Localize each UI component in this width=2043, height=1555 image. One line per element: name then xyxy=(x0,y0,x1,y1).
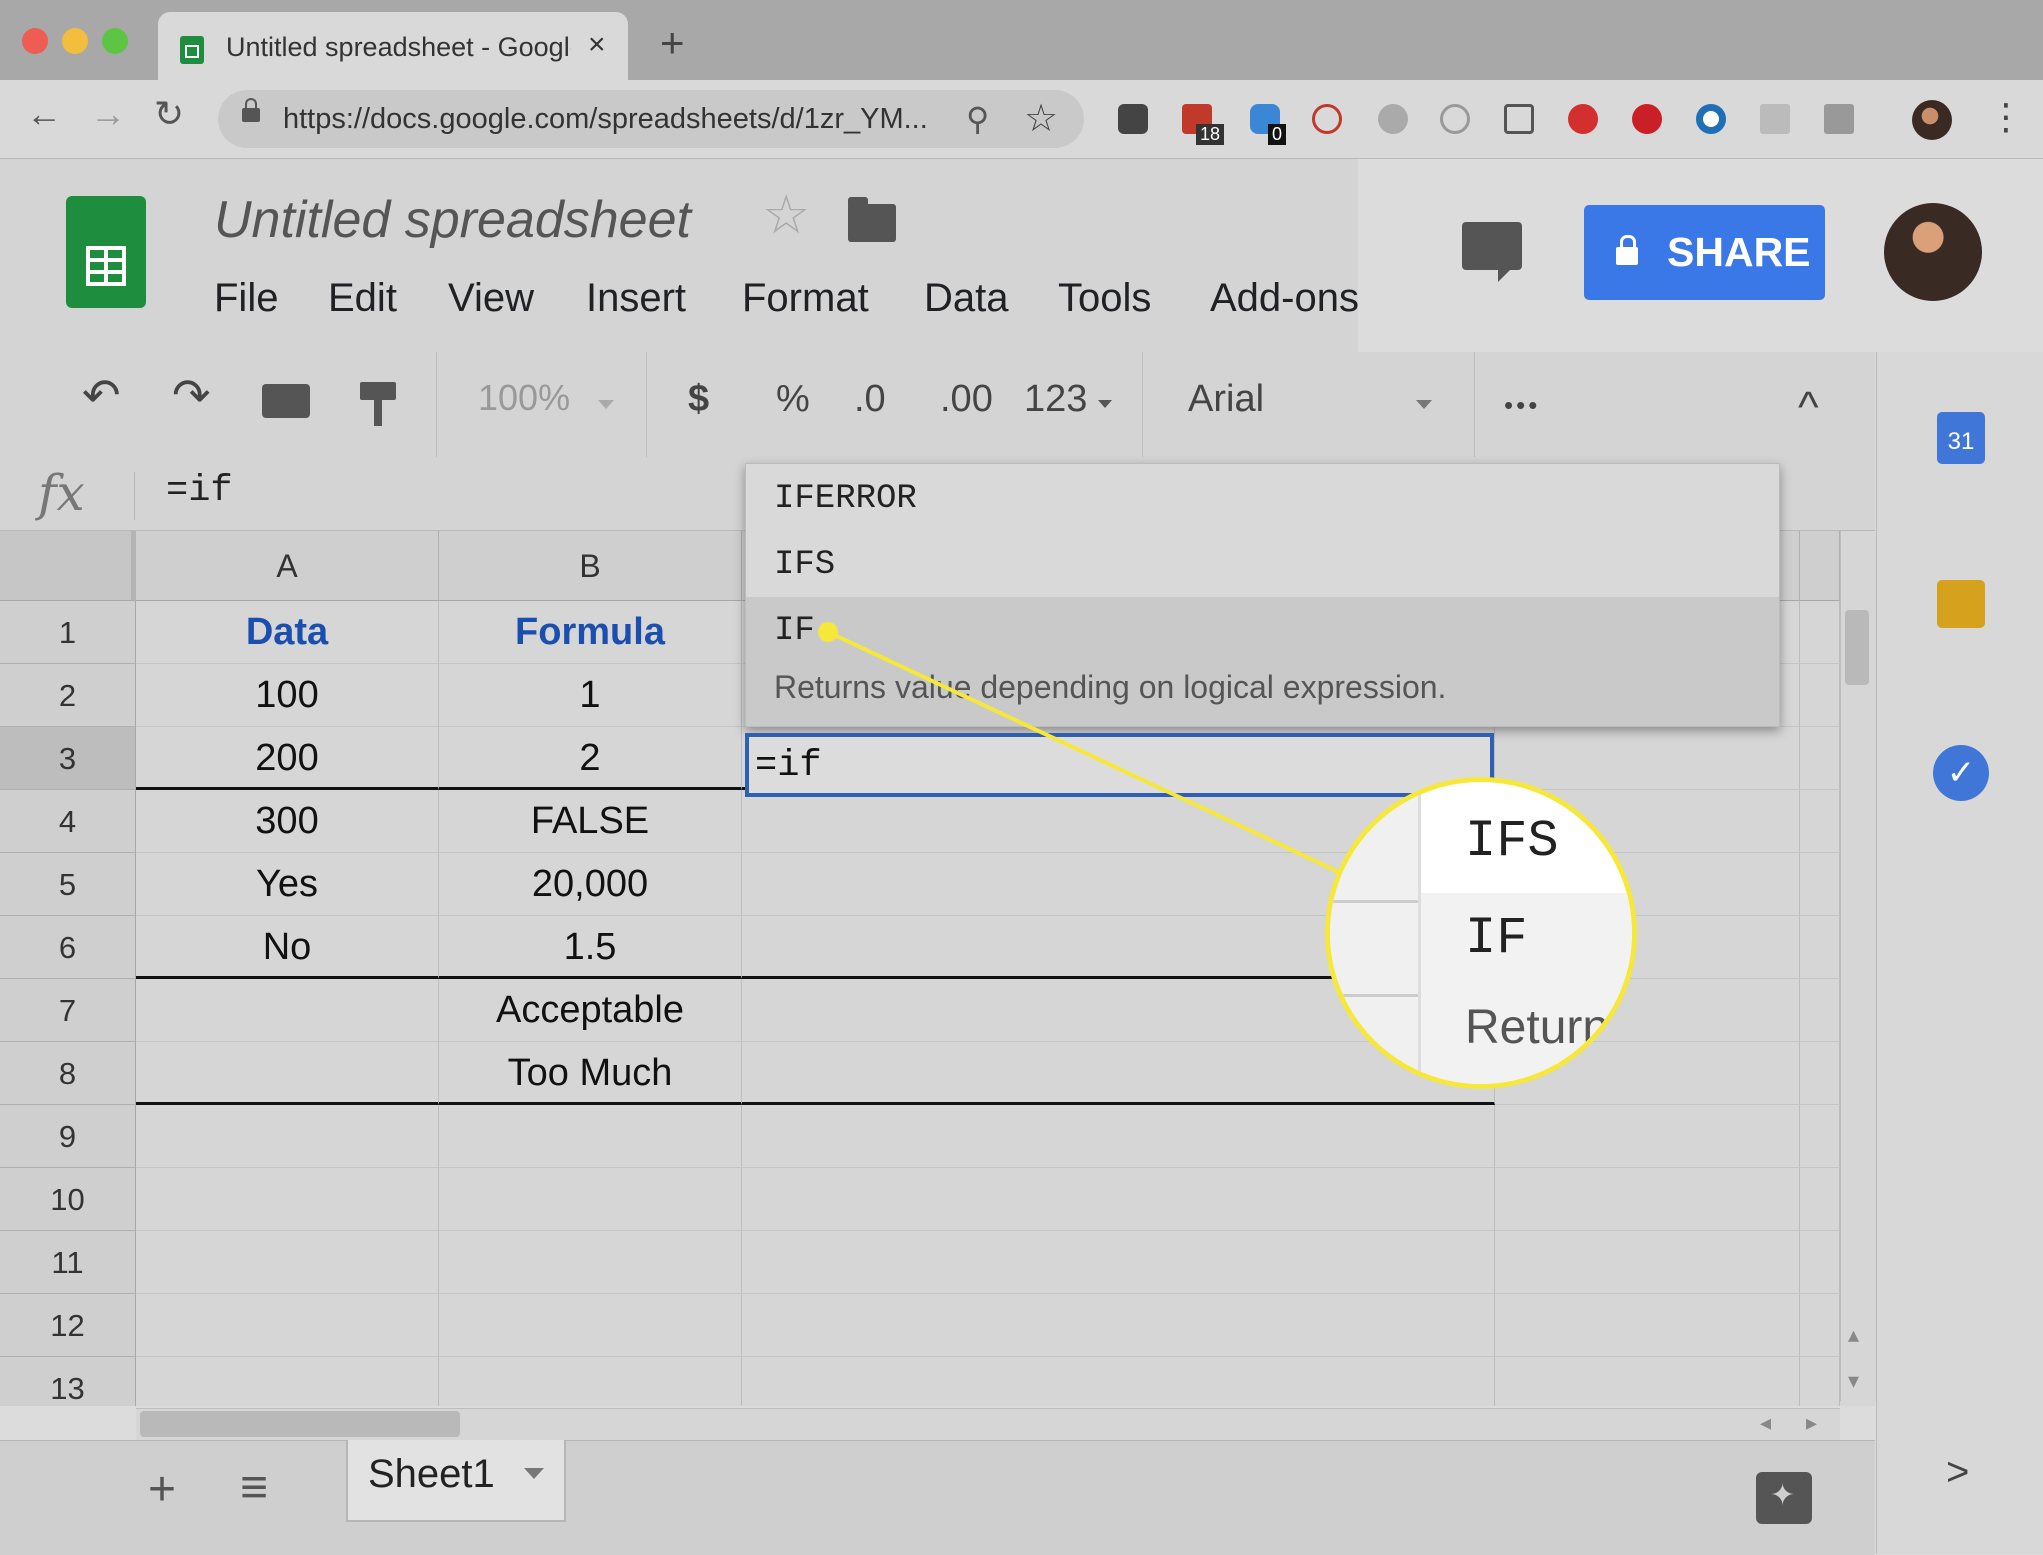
sheet-tab-label: Sheet1 xyxy=(368,1452,495,1496)
magnifier-ifs-text: IFS xyxy=(1465,812,1559,871)
scroll-left-icon[interactable]: ◂ xyxy=(1760,1410,1771,1436)
callout-line xyxy=(818,622,1346,877)
sheet-tab-dropdown-icon[interactable] xyxy=(524,1468,544,1479)
scroll-down-icon[interactable]: ▾ xyxy=(1848,1368,1859,1394)
callout-dot xyxy=(818,622,838,642)
vertical-scroll-thumb[interactable] xyxy=(1845,610,1869,685)
horizontal-scroll-thumb[interactable] xyxy=(140,1411,460,1437)
magnifier-grid-line xyxy=(1330,994,1418,997)
sheet-tabs-bar xyxy=(0,1440,1875,1555)
expand-side-panel-icon[interactable]: > xyxy=(1946,1450,1969,1495)
scroll-up-icon[interactable]: ▴ xyxy=(1848,1322,1859,1348)
all-sheets-icon[interactable]: ≡ xyxy=(240,1464,268,1512)
magnifier-highlight xyxy=(1421,893,1632,1084)
tasks-check-icon[interactable]: ✓ xyxy=(1933,745,1989,801)
explore-icon[interactable] xyxy=(1756,1472,1812,1524)
add-sheet-icon[interactable]: + xyxy=(148,1466,176,1514)
scroll-right-icon[interactable]: ▸ xyxy=(1806,1410,1817,1436)
calendar-icon[interactable]: 31 xyxy=(1937,412,1985,464)
magnifier-left-panel xyxy=(1330,782,1421,1084)
callout-connector xyxy=(827,630,1346,877)
magnifier-grid-line xyxy=(1330,900,1418,903)
magnifier-callout: IFS IF Return xyxy=(1325,777,1637,1089)
keep-bulb-icon[interactable] xyxy=(1937,580,1985,628)
magnifier-if-text: IF xyxy=(1465,909,1528,968)
magnifier-returns-text: Return xyxy=(1465,1001,1610,1054)
sheet-tab-sheet1[interactable]: Sheet1 xyxy=(346,1440,566,1522)
side-panel xyxy=(1876,352,2043,1554)
